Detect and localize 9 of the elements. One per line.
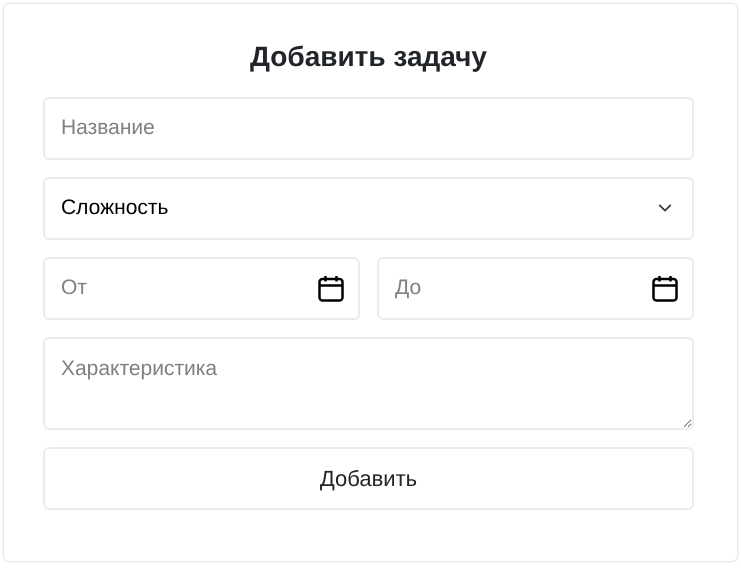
difficulty-select[interactable]: Сложность [43, 176, 694, 240]
add-button[interactable]: Добавить [43, 446, 694, 510]
calendar-icon[interactable] [318, 274, 344, 302]
date-field[interactable]: До [377, 256, 694, 320]
calendar-icon[interactable] [652, 274, 678, 302]
date-field[interactable]: От [43, 256, 360, 320]
form-title: Добавить задачу [249, 40, 488, 74]
description-field[interactable]: Характеристика [43, 336, 694, 430]
title-field[interactable]: Название [43, 96, 694, 160]
